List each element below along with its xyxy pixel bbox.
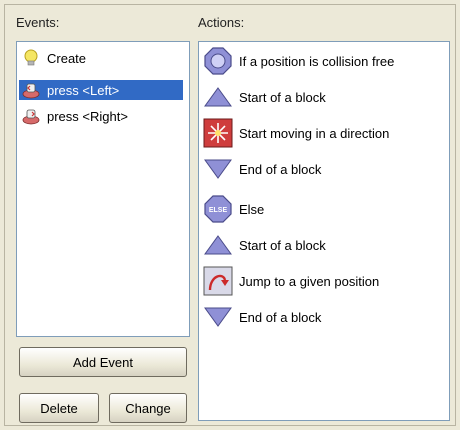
action-item[interactable]: Start moving in a direction xyxy=(203,118,453,148)
delete-button[interactable]: Delete xyxy=(19,393,99,423)
events-label: Events: xyxy=(16,15,60,30)
action-label: Start of a block xyxy=(239,89,326,105)
event-item-create[interactable]: Create xyxy=(19,48,183,68)
lightbulb-icon xyxy=(21,49,41,67)
change-button[interactable]: Change xyxy=(109,393,187,423)
move-directions-icon xyxy=(203,118,233,148)
event-label: press <Left> xyxy=(47,82,120,98)
add-event-button[interactable]: Add Event xyxy=(19,347,187,377)
else-icon-text: ELSE xyxy=(209,207,228,214)
action-item[interactable]: ELSE Else xyxy=(203,194,453,224)
else-icon: ELSE xyxy=(203,194,233,224)
triangle-down-icon xyxy=(203,154,233,184)
event-action-panel: Events: Create press <Left> press <Right… xyxy=(4,4,456,426)
action-item[interactable]: End of a block xyxy=(203,154,453,184)
event-label: Create xyxy=(47,50,87,66)
action-item[interactable]: Jump to a given position xyxy=(203,266,453,296)
action-label: End of a block xyxy=(239,309,322,325)
jump-arrow-icon xyxy=(203,266,233,296)
triangle-up-icon xyxy=(203,230,233,260)
triangle-up-icon xyxy=(203,82,233,112)
action-label: Else xyxy=(239,201,265,217)
event-item-press-right[interactable]: press <Right> xyxy=(19,106,183,126)
action-label: Jump to a given position xyxy=(239,273,380,289)
action-label: Start of a block xyxy=(239,237,326,253)
action-item[interactable]: If a position is collision free xyxy=(203,46,453,76)
key-press-icon xyxy=(21,81,41,99)
event-item-press-left[interactable]: press <Left> xyxy=(19,80,183,100)
octagon-check-icon xyxy=(203,46,233,76)
key-press-icon xyxy=(21,107,41,125)
action-label: End of a block xyxy=(239,161,322,177)
actions-label: Actions: xyxy=(198,15,245,30)
triangle-down-icon xyxy=(203,302,233,332)
actions-list[interactable]: If a position is collision free Start of… xyxy=(198,41,450,421)
action-item[interactable]: Start of a block xyxy=(203,230,453,260)
action-item[interactable]: Start of a block xyxy=(203,82,453,112)
event-label: press <Right> xyxy=(47,108,128,124)
events-list[interactable]: Create press <Left> press <Right> xyxy=(16,41,190,337)
action-item[interactable]: End of a block xyxy=(203,302,453,332)
action-label: If a position is collision free xyxy=(239,53,395,69)
action-label: Start moving in a direction xyxy=(239,125,390,141)
